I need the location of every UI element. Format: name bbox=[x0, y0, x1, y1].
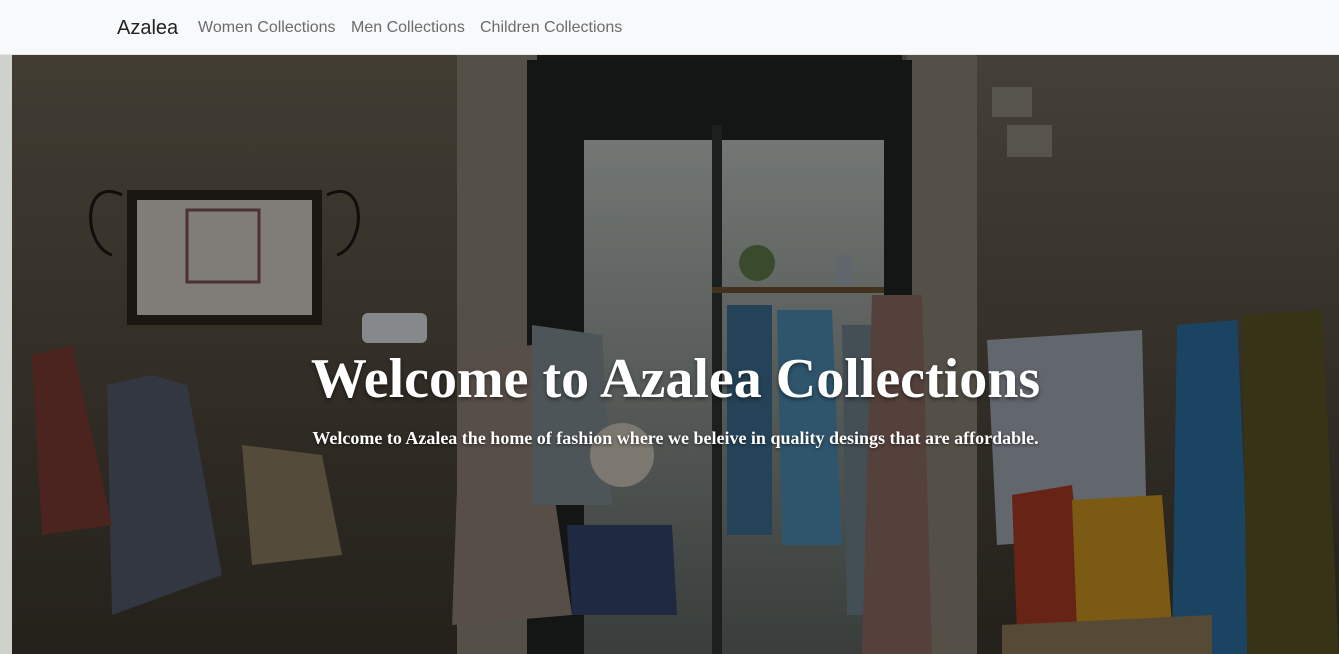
hero-title: Welcome to Azalea Collections bbox=[310, 348, 1041, 410]
nav-link-children-collections[interactable]: Children Collections bbox=[480, 18, 622, 38]
top-navbar: Azalea Women Collections Men Collections… bbox=[0, 0, 1339, 55]
hero-subtitle: Welcome to Azalea the home of fashion wh… bbox=[312, 428, 1039, 448]
nav-link-men-collections[interactable]: Men Collections bbox=[351, 18, 465, 38]
brand-link[interactable]: Azalea bbox=[117, 15, 178, 41]
nav-link-women-collections[interactable]: Women Collections bbox=[198, 18, 336, 38]
hero-banner: Welcome to Azalea Collections Welcome to… bbox=[12, 55, 1339, 654]
